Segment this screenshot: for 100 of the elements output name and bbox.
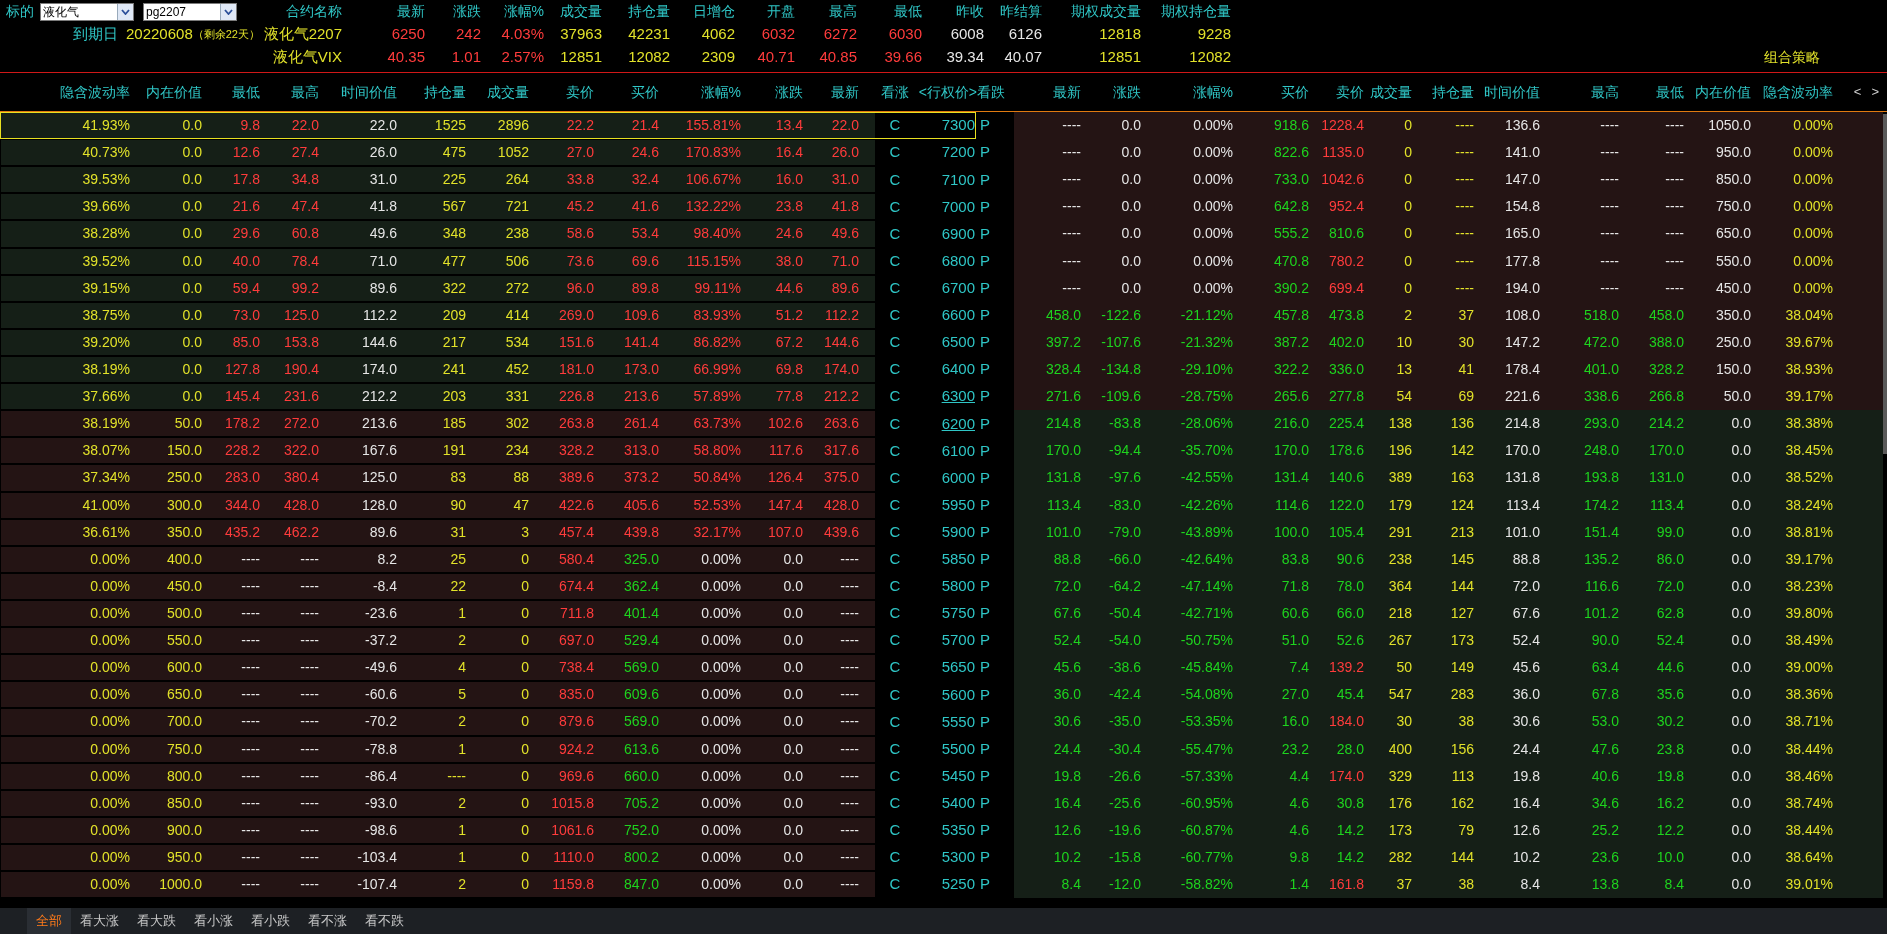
strike-price[interactable]: 5450 [941, 764, 975, 788]
table-row[interactable]: 37.34% 250.0 283.0 380.4 125.0 83 88 389.6 373.2 50.84% 126.4 375.0 C 6000 [0, 464, 976, 492]
table-row[interactable]: 0.00% 950.0 ---- ---- -103.4 1 0 1110.0 800.2 0.00% 0.0 ---- C 5300 [0, 843, 976, 872]
table-row[interactable]: 0.00% 600.0 ---- ---- -49.6 4 0 738.4 569.0 0.00% 0.0 ---- C 5650 [0, 654, 976, 682]
strike-price[interactable]: 5950 [941, 493, 975, 517]
table-row[interactable]: 38.07% 150.0 228.2 322.0 167.6 191 234 328.2 313.0 58.80% 117.6 317.6 C 6100 [0, 437, 976, 465]
strike-price[interactable]: 5550 [941, 710, 975, 734]
filter-tab[interactable]: 看大跌 [128, 908, 185, 934]
table-cell: 470.8 [1273, 252, 1309, 269]
strike-price[interactable]: 5650 [941, 656, 975, 679]
table-cell: 879.6 [558, 713, 594, 730]
table-cell: ---- [840, 713, 859, 730]
strike-price[interactable]: 5850 [941, 548, 975, 571]
filter-tab[interactable]: 看小跌 [242, 908, 299, 934]
table-row[interactable]: 0.00% 450.0 ---- ---- -8.4 22 0 674.4 362.4 0.00% 0.0 ---- C 5800 [0, 572, 976, 600]
strike-price[interactable]: 5600 [941, 683, 975, 707]
strike-price[interactable]: 7300 [941, 114, 975, 137]
table-row[interactable]: 0.00% 800.0 ---- ---- -86.4 ---- 0 969.6 660.0 0.00% 0.0 ---- C 5450 [0, 762, 976, 790]
quote-value: 242 [455, 25, 481, 43]
table-cell: 170.0 [1273, 442, 1309, 459]
scrollbar[interactable] [1883, 114, 1887, 454]
put-marker: P [980, 738, 990, 759]
table-row[interactable]: 0.00% 850.0 ---- ---- -93.0 2 0 1015.8 705.2 0.00% 0.0 ---- C 5400 [0, 789, 976, 817]
table-cell: 248.0 [1583, 442, 1619, 459]
table-row[interactable]: 0.00% 700.0 ---- ---- -70.2 2 0 879.6 569.0 0.00% 0.0 ---- C 5550 [0, 708, 976, 736]
table-cell: 10.2 [1512, 849, 1540, 865]
scroll-arrow[interactable]: > [1871, 82, 1879, 102]
strike-price[interactable]: 5500 [941, 737, 975, 761]
strike-price[interactable]: 6100 [941, 439, 975, 463]
strike-price[interactable]: 6600 [941, 304, 975, 327]
dropdown[interactable]: pg2207 [143, 2, 237, 21]
strike-price[interactable]: 5700 [941, 629, 975, 652]
table-row[interactable]: 38.28% 0.0 29.6 60.8 49.6 348 238 58.6 53.4 98.40% 24.6 49.6 C 6900 [0, 220, 976, 248]
table-row[interactable]: 40.73% 0.0 12.6 27.4 26.0 475 1052 27.0 24.6 170.83% 16.4 26.0 C 7200 [0, 139, 976, 167]
table-row[interactable]: 0.00% 500.0 ---- ---- -23.6 1 0 711.8 401.4 0.00% 0.0 ---- C 5750 [0, 599, 976, 628]
table-cell: 0.0 [182, 117, 202, 134]
table-cell: 0.0 [783, 767, 803, 784]
table-cell: 13 [1396, 361, 1412, 378]
table-cell: 36.61% [82, 523, 130, 540]
table-row[interactable]: 0.00% 550.0 ---- ---- -37.2 2 0 697.0 529.4 0.00% 0.0 ---- C 5700 [0, 627, 976, 655]
strike-price[interactable]: 6500 [941, 331, 975, 354]
table-cell: -42.55% [1180, 469, 1233, 486]
table-cell: 534 [505, 333, 529, 350]
table-row[interactable]: 39.15% 0.0 59.4 99.2 89.6 322 272 96.0 89.8 99.11% 44.6 89.6 C 6700 [0, 274, 976, 302]
table-row[interactable]: 39.20% 0.0 85.0 153.8 144.6 217 534 151.6 141.4 86.82% 67.2 144.6 C 6500 [0, 328, 976, 356]
table-cell: 27.0 [1281, 686, 1309, 703]
table-cell: 113 [1451, 767, 1474, 784]
table-cell: ---- [1455, 198, 1474, 215]
table-row[interactable]: 0.00% 650.0 ---- ---- -60.6 5 0 835.0 609.6 0.00% 0.0 ---- C 5600 [0, 681, 976, 709]
table-row[interactable]: 39.66% 0.0 21.6 47.4 41.8 567 721 45.2 41.6 132.22% 23.8 41.8 C 7000 [0, 193, 976, 221]
strike-price[interactable]: 6200 [941, 412, 975, 435]
table-row[interactable]: 41.93% 0.0 9.8 22.0 22.0 1525 2896 22.2 21.4 155.81% 13.4 22.0 C 7300 [0, 112, 976, 140]
scroll-arrow[interactable]: < [1853, 82, 1862, 102]
table-cell: ---- [300, 550, 319, 567]
strike-price[interactable]: 6900 [941, 222, 975, 246]
table-row[interactable]: 38.75% 0.0 73.0 125.0 112.2 209 414 269.0 109.6 83.93% 51.2 112.2 C 6600 [0, 301, 976, 329]
table-cell: 0.00% [90, 767, 130, 784]
table-row[interactable]: 37.66% 0.0 145.4 231.6 212.2 203 331 226.8 213.6 57.89% 77.8 212.2 C 6300 [0, 383, 976, 411]
filter-tab[interactable]: 全部 [27, 908, 71, 934]
table-row[interactable]: 38.19% 50.0 178.2 272.0 213.6 185 302 263.8 261.4 63.73% 102.6 263.6 C 6200 [0, 410, 976, 438]
table-row[interactable]: 39.53% 0.0 17.8 34.8 31.0 225 264 33.8 32.4 106.67% 16.0 31.0 C 7100 [0, 166, 976, 194]
table-cell: 38.04% [1785, 306, 1833, 323]
table-cell: 362.4 [623, 577, 659, 594]
strike-price[interactable]: 7200 [941, 141, 975, 164]
table-row[interactable]: 38.19% 0.0 127.8 190.4 174.0 241 452 181.0 173.0 66.99% 69.8 174.0 C 6400 [0, 356, 976, 384]
strike-price[interactable]: 5900 [941, 520, 975, 544]
strike-price[interactable]: 6000 [941, 466, 975, 490]
table-cell: ---- [1062, 171, 1081, 188]
filter-tab[interactable]: 看小涨 [185, 908, 242, 934]
table-row[interactable]: 41.00% 300.0 344.0 428.0 128.0 90 47 422.6 405.6 52.53% 147.4 428.0 C 5950 [0, 491, 976, 519]
strategy-link[interactable]: 组合策略 [1764, 49, 1820, 65]
filter-tab[interactable]: 看不跌 [356, 908, 413, 934]
strike-price[interactable]: 5800 [941, 575, 975, 598]
strike-price[interactable]: 5400 [941, 792, 975, 815]
strike-price[interactable]: 6400 [941, 358, 975, 381]
strike-price[interactable]: 5300 [941, 846, 975, 869]
strike-price[interactable]: 6700 [941, 276, 975, 300]
table-cell: -12.0 [1109, 876, 1141, 893]
table-cell: 19.8 [1053, 767, 1081, 784]
filter-tab[interactable]: 看不涨 [299, 908, 356, 934]
strike-price[interactable]: 5350 [941, 819, 975, 842]
strike-price[interactable]: 5250 [941, 873, 975, 896]
strike-price[interactable]: 7000 [941, 195, 975, 219]
table-cell: 38.46% [1785, 767, 1833, 784]
table-row[interactable]: 0.00% 750.0 ---- ---- -78.8 1 0 924.2 613.6 0.00% 0.0 ---- C 5500 [0, 735, 976, 763]
table-cell: 300.0 [166, 496, 202, 513]
strike-price[interactable]: 7100 [941, 168, 975, 191]
table-row[interactable]: 36.61% 350.0 435.2 462.2 89.6 31 3 457.4 439.8 32.17% 107.0 439.6 C 5900 [0, 518, 976, 546]
table-row[interactable]: 39.52% 0.0 40.0 78.4 71.0 477 506 73.6 69.6 115.15% 38.0 71.0 C 6800 [0, 247, 976, 275]
strike-price[interactable]: 6300 [941, 385, 975, 408]
dropdown[interactable]: 液化气 [40, 2, 134, 21]
table-cell: ---- [1455, 171, 1474, 188]
strike-price[interactable]: 6800 [941, 249, 975, 273]
strike-price[interactable]: 5750 [941, 602, 975, 625]
table-row[interactable]: 0.00% 400.0 ---- ---- 8.2 25 0 580.4 325.0 0.00% 0.0 ---- C 5850 [0, 545, 976, 573]
table-row[interactable]: 0.00% 900.0 ---- ---- -98.6 1 0 1061.6 752.0 0.00% 0.0 ---- C 5350 [0, 816, 976, 844]
filter-tab[interactable]: 看大涨 [71, 908, 128, 934]
table-cell: 117.6 [769, 442, 803, 459]
table-row[interactable]: 0.00% 1000.0 ---- ---- -107.4 2 0 1159.8 847.0 0.00% 0.0 ---- C 5250 [0, 871, 976, 899]
table-cell: 8.4 [1664, 876, 1684, 893]
